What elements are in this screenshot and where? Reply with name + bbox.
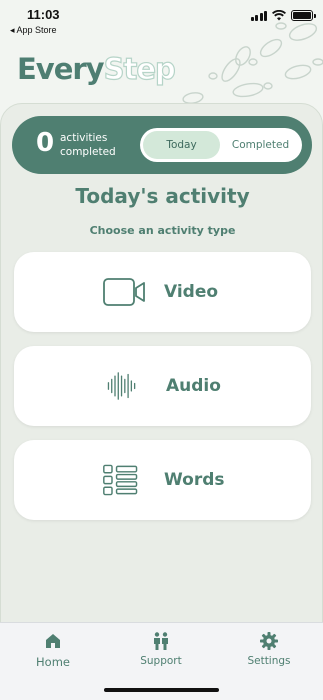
logo-part-step: Step <box>103 51 176 86</box>
home-indicator[interactable] <box>104 688 219 692</box>
page-title: Today's activity <box>75 184 250 208</box>
video-activity-button[interactable]: Video <box>14 252 311 332</box>
toggle-today-button[interactable]: Today <box>143 131 220 159</box>
logo-part-every: Every <box>17 52 105 86</box>
video-activity-label: Video <box>164 282 219 302</box>
audio-waveform-icon <box>107 372 136 400</box>
gear-icon <box>260 632 278 650</box>
words-activity-button[interactable]: Words <box>14 440 311 520</box>
footprints-decoration <box>182 22 323 104</box>
video-camera-icon <box>103 278 145 306</box>
activities-completed-label: activities completed <box>60 132 116 158</box>
text-list-icon <box>103 464 138 496</box>
words-activity-label: Words <box>164 470 225 490</box>
audio-activity-label: Audio <box>166 376 221 396</box>
main-card: 0 activities completed Today Completed T… <box>0 103 323 643</box>
nav-label-settings: Settings <box>247 655 291 667</box>
nav-item-settings[interactable]: Settings <box>224 631 314 667</box>
audio-activity-button[interactable]: Audio <box>14 346 311 426</box>
toggle-completed-button[interactable]: Completed <box>222 131 299 159</box>
app-logo: EveryStep <box>17 51 176 86</box>
page-subtitle: Choose an activity type <box>89 224 236 237</box>
people-icon <box>154 632 168 650</box>
home-icon <box>46 634 60 648</box>
status-time: 11:03 <box>27 7 60 22</box>
nav-item-home[interactable]: Home <box>8 631 98 669</box>
back-to-app-store-link[interactable]: ◂ App Store <box>10 25 57 36</box>
nav-label-home: Home <box>36 655 70 669</box>
nav-item-support[interactable]: Support <box>116 631 206 667</box>
activities-completed-count: 0 <box>36 128 55 158</box>
today-completed-toggle: Today Completed <box>140 128 302 162</box>
activity-stats-pill: 0 activities completed Today Completed <box>12 116 312 174</box>
nav-label-support: Support <box>140 655 182 667</box>
